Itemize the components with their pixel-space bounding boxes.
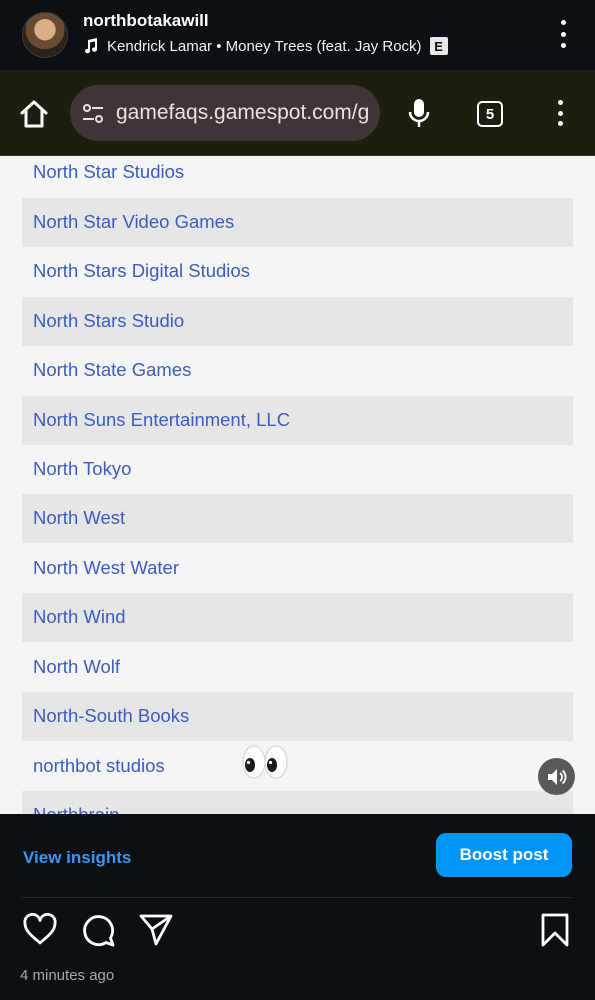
post-footer: View insights Boost post 4 minutes ago <box>0 814 595 1000</box>
list-item: Northbrain <box>22 791 573 814</box>
list-item: North Suns Entertainment, LLC <box>22 396 573 445</box>
company-link[interactable]: North West <box>33 507 125 529</box>
list-item: North Wind <box>22 593 573 642</box>
bookmark-icon[interactable] <box>537 912 573 948</box>
company-link[interactable]: North Wind <box>33 606 126 628</box>
company-link[interactable]: North State Games <box>33 359 191 381</box>
list-item: North Stars Digital Studios <box>22 247 573 296</box>
list-item: North Stars Studio <box>22 297 573 346</box>
view-insights-link[interactable]: View insights <box>23 848 131 868</box>
music-note-icon <box>85 38 98 54</box>
more-options-icon[interactable] <box>552 20 574 48</box>
company-link[interactable]: North Wolf <box>33 656 120 678</box>
explicit-badge: E <box>429 37 448 55</box>
username[interactable]: northbotakawill <box>83 11 209 31</box>
post-timestamp: 4 minutes ago <box>20 967 115 984</box>
list-item: North State Games <box>22 346 573 395</box>
url-text: gamefaqs.gamespot.com/g <box>116 101 370 124</box>
audio-toggle-button[interactable] <box>538 758 575 795</box>
browser-menu-icon[interactable] <box>550 100 570 126</box>
company-link[interactable]: North Star Studios <box>33 161 184 183</box>
post-header: northbotakawill Kendrick Lamar • Money T… <box>0 0 595 70</box>
speaker-icon <box>547 768 566 785</box>
company-link[interactable]: North Stars Digital Studios <box>33 260 250 282</box>
company-link[interactable]: North Suns Entertainment, LLC <box>33 409 290 431</box>
company-link[interactable]: northbot studios <box>33 755 165 777</box>
web-page: North Star Studios North Star Video Game… <box>0 156 595 814</box>
company-link[interactable]: North Stars Studio <box>33 310 184 332</box>
address-bar[interactable]: gamefaqs.gamespot.com/g <box>70 85 380 141</box>
music-attribution[interactable]: Kendrick Lamar • Money Trees (feat. Jay … <box>83 37 448 55</box>
list-item: North-South Books <box>22 692 573 741</box>
list-item: North Star Video Games <box>22 198 573 247</box>
comment-icon[interactable] <box>80 912 116 948</box>
avatar[interactable] <box>22 12 68 58</box>
company-link[interactable]: North Tokyo <box>33 458 131 480</box>
list-item: North Tokyo <box>22 445 573 494</box>
list-item: North West <box>22 494 573 543</box>
heart-icon[interactable] <box>22 912 58 948</box>
share-icon[interactable] <box>138 912 174 948</box>
list-item: North Wolf <box>22 643 573 692</box>
music-title: Kendrick Lamar • Money Trees (feat. Jay … <box>107 37 422 55</box>
company-link[interactable]: North Star Video Games <box>33 211 234 233</box>
microphone-icon[interactable] <box>405 97 433 129</box>
company-link[interactable]: North West Water <box>33 557 179 579</box>
list-item: North West Water <box>22 544 573 593</box>
site-settings-icon[interactable] <box>82 103 104 125</box>
divider <box>22 897 573 898</box>
company-link[interactable]: Northbrain <box>33 804 119 814</box>
list-item: North Star Studios <box>22 156 573 197</box>
company-link[interactable]: North-South Books <box>33 705 189 727</box>
boost-post-button[interactable]: Boost post <box>436 833 572 877</box>
home-icon[interactable] <box>18 98 50 130</box>
browser-toolbar: gamefaqs.gamespot.com/g 5 <box>0 70 595 156</box>
list-item: northbot studios <box>22 742 573 791</box>
eyes-emoji-sticker[interactable] <box>242 744 288 780</box>
tab-switcher-button[interactable]: 5 <box>477 101 503 127</box>
